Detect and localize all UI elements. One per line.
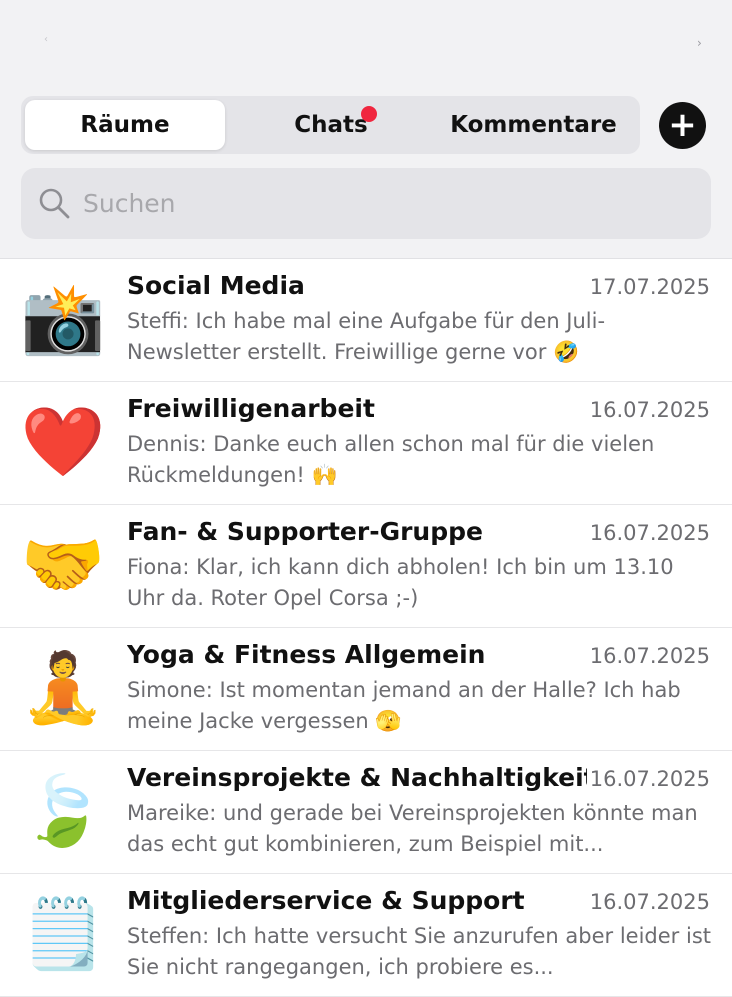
- camera-flash-icon: 📸: [20, 280, 106, 359]
- search-bar[interactable]: [21, 168, 711, 239]
- list-item[interactable]: ❤️ Freiwilligenarbeit 16.07.2025 Dennis:…: [0, 382, 732, 505]
- handshake-icon: 🤝: [20, 526, 106, 605]
- segmented-control: Räume Chats Kommentare: [21, 96, 640, 154]
- tab-chats[interactable]: Chats: [231, 100, 431, 150]
- room-date: 16.07.2025: [589, 644, 710, 668]
- unread-badge: [361, 106, 377, 122]
- room-preview: Fiona: Klar, ich kann dich abholen! Ich …: [127, 555, 674, 610]
- room-date: 16.07.2025: [589, 398, 710, 422]
- top-bar: ‹ › Räume Chats Kommentare +: [0, 0, 732, 259]
- tab-kommentare[interactable]: Kommentare: [431, 100, 636, 150]
- list-item[interactable]: 🤝 Fan- & Supporter-Gruppe 16.07.2025 Fio…: [0, 505, 732, 628]
- tab-raeume[interactable]: Räume: [25, 100, 225, 150]
- room-date: 16.07.2025: [589, 890, 710, 914]
- room-name: Yoga & Fitness Allgemein: [127, 640, 486, 669]
- meditation-icon: 🧘: [20, 649, 106, 728]
- room-name: Social Media: [127, 271, 305, 300]
- room-preview: Simone: Ist momentan jemand an der Halle…: [127, 678, 681, 733]
- room-preview: Mareike: und gerade bei Vereinsprojekten…: [127, 801, 698, 856]
- room-date: 16.07.2025: [589, 521, 710, 545]
- room-name: Fan- & Supporter-Gruppe: [127, 517, 483, 546]
- list-item[interactable]: 🧘 Yoga & Fitness Allgemein 16.07.2025 Si…: [0, 628, 732, 751]
- room-name: Freiwilligenarbeit: [127, 394, 375, 423]
- list-item[interactable]: 🍃 Vereinsprojekte & Nachhaltigkeit 16.07…: [0, 751, 732, 874]
- room-preview: Steffi: Ich habe mal eine Aufgabe für de…: [127, 309, 606, 364]
- leaves-icon: 🍃: [20, 772, 106, 851]
- room-preview: Dennis: Danke euch allen schon mal für d…: [127, 432, 655, 487]
- room-name: Vereinsprojekte & Nachhaltigkeit: [127, 763, 587, 792]
- search-icon: [39, 188, 70, 219]
- add-button[interactable]: +: [659, 102, 706, 149]
- room-name: Mitgliederservice & Support: [127, 886, 525, 915]
- back-icon[interactable]: ‹: [44, 34, 50, 45]
- heart-icon: ❤️: [20, 403, 106, 482]
- notepad-icon: 🗒️: [20, 895, 106, 974]
- list-item[interactable]: 🗒️ Mitgliederservice & Support 16.07.202…: [0, 874, 732, 997]
- chevron-right-icon[interactable]: ›: [697, 36, 702, 50]
- search-input[interactable]: [83, 168, 683, 239]
- room-date: 16.07.2025: [589, 767, 710, 791]
- room-list: 📸 Social Media 17.07.2025 Steffi: Ich ha…: [0, 259, 732, 997]
- room-date: 17.07.2025: [589, 275, 710, 299]
- list-item[interactable]: 📸 Social Media 17.07.2025 Steffi: Ich ha…: [0, 259, 732, 382]
- room-preview: Steffen: Ich hatte versucht Sie anzurufe…: [127, 924, 711, 979]
